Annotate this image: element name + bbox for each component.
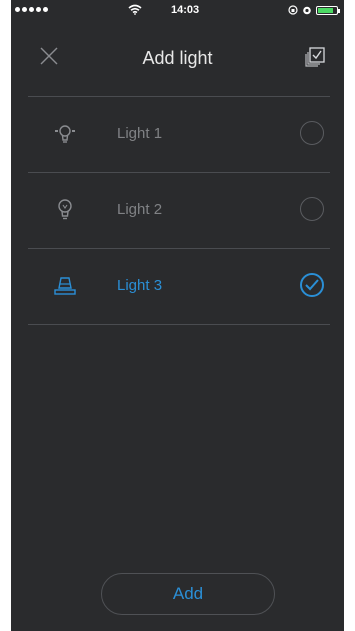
light-list: Light 1 Light 2 Light 3 — [28, 96, 330, 325]
divider — [28, 324, 330, 325]
status-icons — [288, 5, 340, 15]
phone-screen: 14:03 Add light Light 1 Light 2 Light 3 … — [11, 0, 344, 631]
light-row-2[interactable]: Light 2 — [28, 173, 330, 248]
page-title: Add light — [142, 48, 213, 68]
alarm-icon — [303, 6, 311, 15]
wifi-icon — [128, 4, 142, 15]
signal-strength-icon — [15, 7, 48, 12]
pendant-lamp-icon — [54, 277, 76, 295]
battery-icon — [316, 5, 340, 15]
light-label: Light 3 — [117, 277, 163, 294]
radio-checked[interactable] — [300, 273, 324, 297]
status-time: 14:03 — [171, 4, 200, 16]
light-label: Light 1 — [117, 125, 163, 142]
light-row-1[interactable]: Light 1 — [28, 97, 330, 172]
status-bar: 14:03 — [11, 0, 344, 22]
radio-unchecked[interactable] — [300, 197, 324, 221]
rotation-lock-icon — [288, 5, 298, 15]
bulb-icon — [58, 199, 72, 220]
light-row-3[interactable]: Light 3 — [28, 249, 330, 324]
nav-bar: Add light — [11, 30, 344, 76]
light-label: Light 2 — [117, 201, 163, 218]
radio-unchecked[interactable] — [300, 121, 324, 145]
add-button[interactable]: Add — [101, 573, 275, 615]
checkmark-icon — [305, 279, 319, 291]
select-all-icon — [305, 47, 325, 67]
bulb-radiating-icon — [55, 125, 75, 143]
select-all-button[interactable] — [304, 46, 326, 68]
